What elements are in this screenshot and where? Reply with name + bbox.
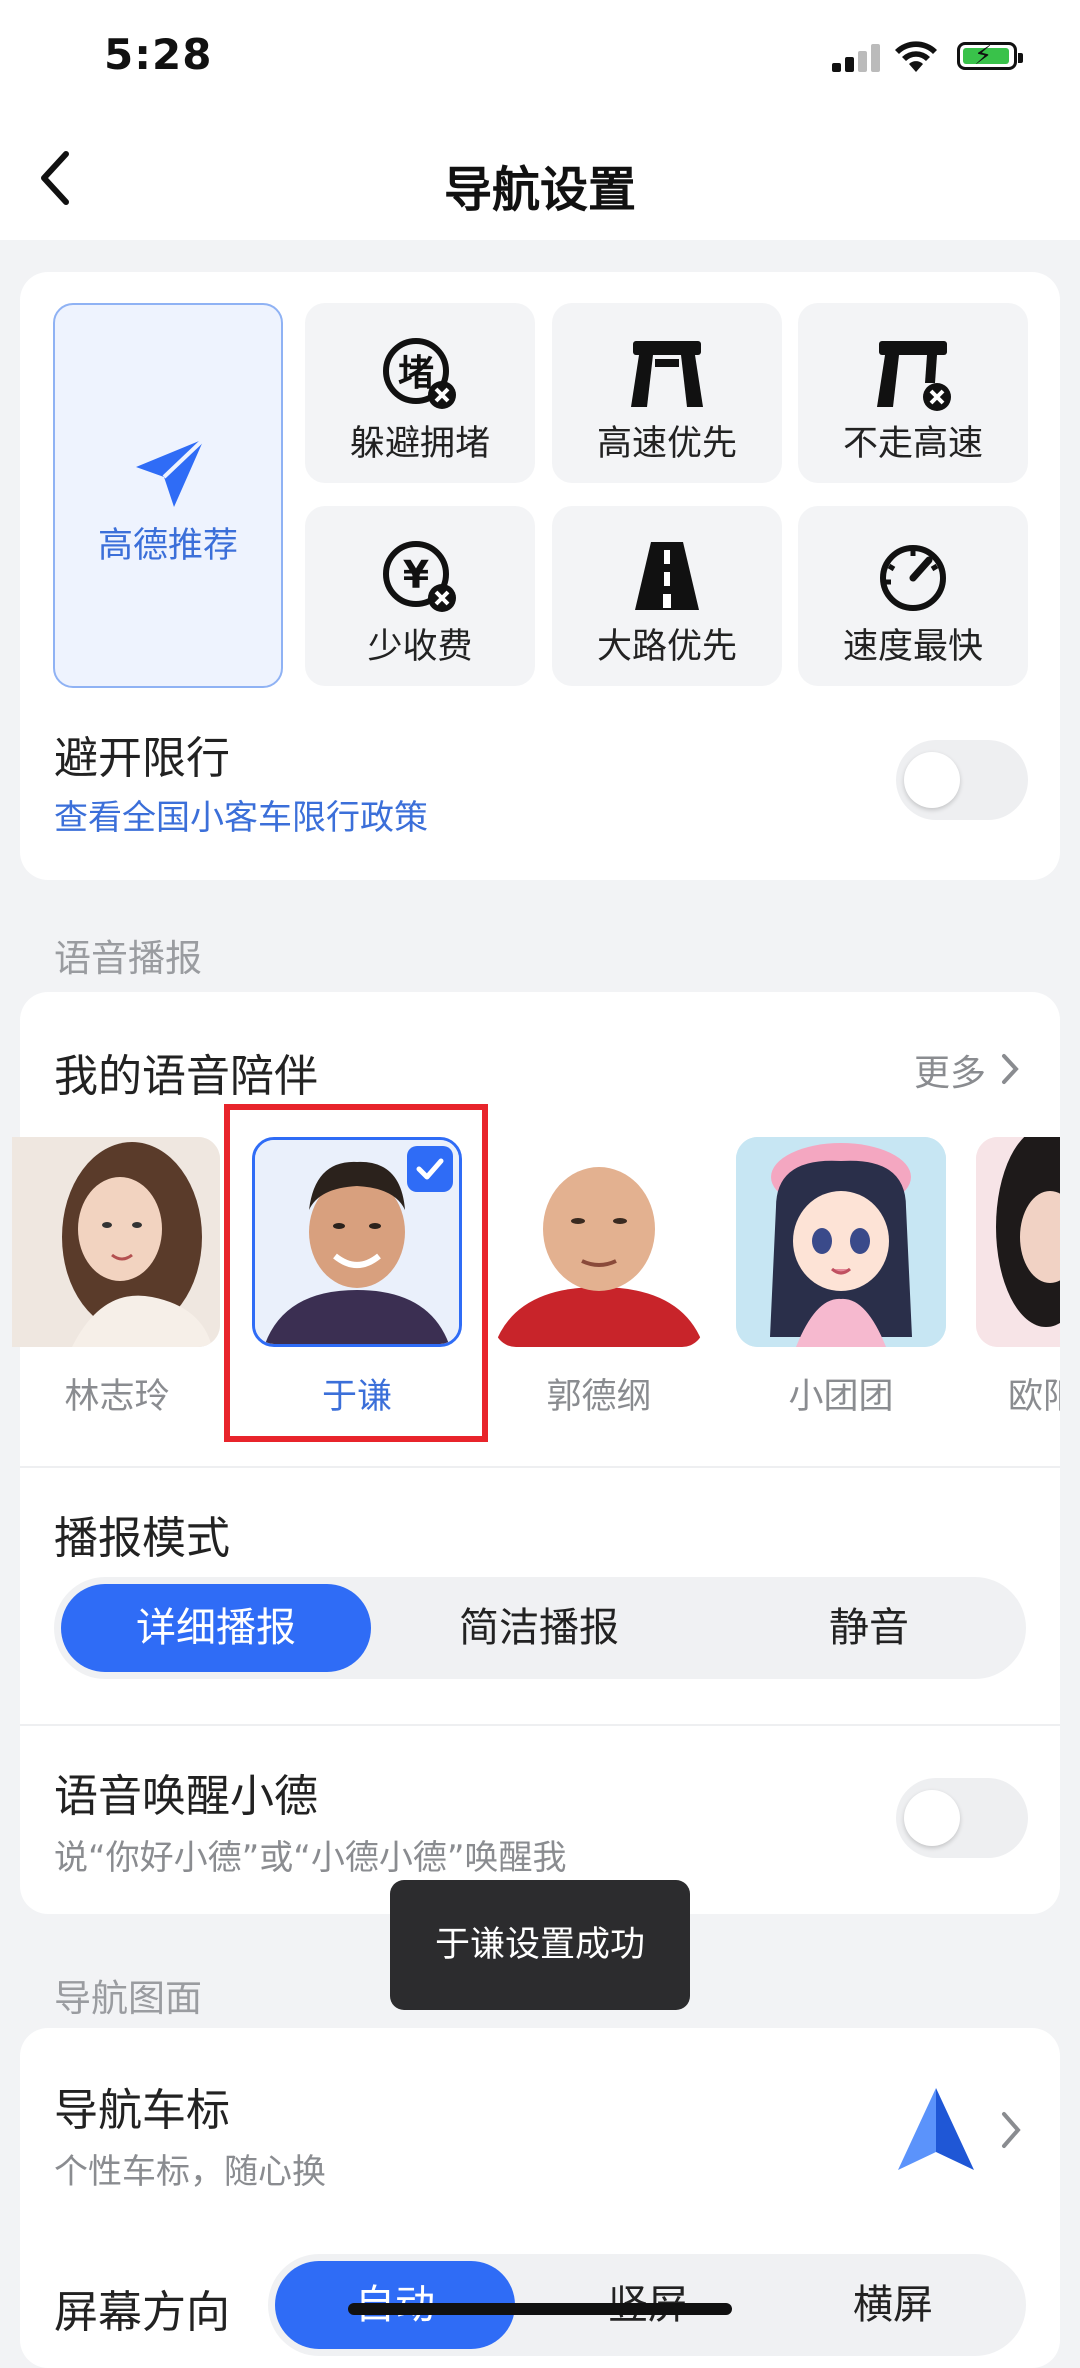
- orientation-landscape[interactable]: 横屏: [773, 2254, 1013, 2356]
- page-title: 导航设置: [443, 162, 636, 218]
- paper-plane-icon: [136, 437, 206, 507]
- pref-highway-first[interactable]: 高速优先: [552, 303, 782, 483]
- divider: [20, 1724, 1060, 1726]
- speedometer-icon: [880, 545, 946, 611]
- restriction-policy-link[interactable]: 查看全国小客车限行政策: [54, 790, 428, 839]
- voice-avatar-guodegang[interactable]: [494, 1137, 704, 1347]
- voice-companion-title: 我的语音陪伴: [54, 1051, 318, 1102]
- broadcast-mode-title: 播报模式: [54, 1513, 230, 1564]
- more-voices-link[interactable]: 更多: [914, 1044, 1019, 1094]
- voice-wake-title: 语音唤醒小德: [54, 1771, 318, 1822]
- more-label: 更多: [914, 1053, 987, 1094]
- highway-icon: [631, 341, 703, 407]
- voice-name: 欧阳: [1008, 1377, 1060, 1417]
- restriction-title: 避开限行: [54, 733, 230, 784]
- chevron-right-icon[interactable]: [1000, 2110, 1022, 2150]
- voice-wake-subtitle: 说“你好小德”或“小德小德”唤醒我: [54, 1838, 567, 1878]
- pref-no-highway[interactable]: 不走高速: [798, 303, 1028, 483]
- avoid-congestion-icon: 堵: [383, 338, 456, 409]
- voice-wake-toggle[interactable]: [896, 1778, 1028, 1858]
- status-time: 5:28: [104, 30, 213, 79]
- pref-label: 速度最快: [842, 627, 983, 667]
- home-indicator: [348, 2303, 732, 2315]
- pref-low-toll[interactable]: ¥ 少收费: [305, 506, 535, 686]
- voice-avatar-ouyang[interactable]: [976, 1137, 1060, 1347]
- voice-name: 郭德纲: [546, 1377, 652, 1417]
- pref-label: 少收费: [367, 627, 473, 667]
- svg-text:¥: ¥: [403, 553, 429, 597]
- mode-detailed[interactable]: 详细播报: [61, 1584, 371, 1672]
- pref-label: 大路优先: [596, 627, 737, 667]
- section-label-nav-view: 导航图面: [54, 1977, 202, 2020]
- pref-fastest[interactable]: 速度最快: [798, 506, 1028, 686]
- divider: [20, 1466, 1060, 1468]
- pref-label: 高速优先: [596, 424, 737, 464]
- svg-text:堵: 堵: [398, 353, 434, 394]
- mode-concise[interactable]: 简洁播报: [384, 1577, 694, 1679]
- broadcast-mode-selector: 详细播报 简洁播报 静音: [54, 1577, 1026, 1679]
- voice-name: 林志玲: [64, 1377, 170, 1417]
- cellular-signal-icon: [832, 44, 880, 72]
- pref-avoid-congestion[interactable]: 堵 躲避拥堵: [305, 303, 535, 483]
- section-label-voice: 语音播报: [54, 937, 202, 980]
- car-icon-title: 导航车标: [54, 2085, 230, 2136]
- orientation-title: 屏幕方向: [54, 2287, 230, 2338]
- voice-avatar-xiaotuantuan[interactable]: [736, 1137, 946, 1347]
- restriction-toggle[interactable]: [896, 740, 1028, 820]
- chevron-right-icon: [1002, 1054, 1019, 1084]
- selection-highlight-box: [224, 1104, 488, 1442]
- pref-label: 不走高速: [842, 424, 983, 464]
- wifi-icon: [895, 41, 937, 72]
- low-toll-icon: ¥: [383, 541, 456, 612]
- car-icon-subtitle: 个性车标，随心换: [54, 2152, 326, 2192]
- pref-recommend[interactable]: 高德推荐: [53, 303, 283, 688]
- voice-avatar-linzhiling[interactable]: [12, 1137, 220, 1347]
- no-highway-icon: [877, 341, 951, 411]
- voice-name: 小团团: [788, 1377, 894, 1417]
- car-arrow-icon[interactable]: [894, 2084, 978, 2176]
- battery-icon: ⚡: [957, 41, 1023, 71]
- pref-main-road[interactable]: 大路优先: [552, 506, 782, 686]
- pref-label: 躲避拥堵: [349, 424, 490, 464]
- mode-mute[interactable]: 静音: [714, 1577, 1024, 1679]
- toast-message: 于谦设置成功: [390, 1880, 690, 2010]
- main-road-icon: [635, 542, 699, 610]
- pref-recommend-label: 高德推荐: [97, 526, 238, 566]
